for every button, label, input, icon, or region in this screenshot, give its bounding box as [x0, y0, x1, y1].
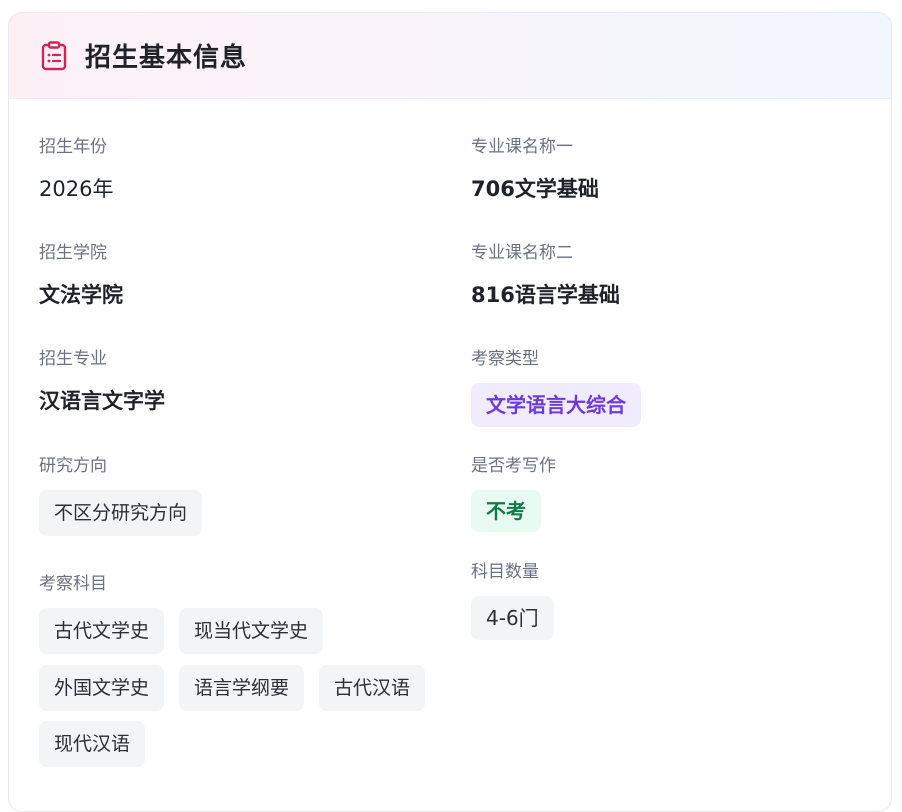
college-value: 文法学院 — [39, 283, 123, 307]
field-label: 专业课名称二 — [471, 243, 573, 263]
field-label: 研究方向 — [39, 456, 107, 476]
field-writing: 是否考写作 不考 — [471, 454, 556, 532]
major-value: 汉语言文字学 — [39, 389, 165, 413]
direction-tag: 不区分研究方向 — [39, 490, 203, 536]
writing-status-badge: 不考 — [471, 490, 541, 532]
field-direction: 研究方向 不区分研究方向 — [39, 454, 203, 536]
card-header: 招生基本信息 — [9, 13, 891, 99]
admission-info-card: 招生基本信息 招生年份 2026年 招生学院 文法学院 招生专业 汉语言文字学 … — [8, 12, 892, 812]
course2-value: 816语言学基础 — [471, 283, 620, 307]
field-subjects: 考察科目 古代文学史 现当代文学史 外国文学史 语言学纲要 古代汉语 现代汉语 — [39, 572, 449, 767]
field-major: 招生专业 汉语言文字学 — [39, 347, 165, 415]
field-exam-type: 考察类型 文学语言大综合 — [471, 347, 641, 427]
exam-type-badge: 文学语言大综合 — [471, 383, 641, 427]
subject-tag: 外国文学史 — [39, 665, 165, 711]
clipboard-list-icon — [41, 40, 67, 71]
field-label: 考察类型 — [471, 349, 539, 369]
field-year: 招生年份 2026年 — [39, 135, 113, 203]
field-label: 科目数量 — [471, 562, 539, 582]
subject-tag: 古代文学史 — [39, 608, 165, 654]
field-label: 考察科目 — [39, 574, 107, 594]
card-title: 招生基本信息 — [85, 43, 248, 73]
field-label: 招生学院 — [39, 243, 107, 263]
subject-tag: 现代汉语 — [39, 721, 146, 767]
field-label: 招生年份 — [39, 137, 107, 157]
field-course2: 专业课名称二 816语言学基础 — [471, 241, 620, 309]
course1-value: 706文学基础 — [471, 177, 599, 201]
field-subject-count: 科目数量 4-6门 — [471, 560, 554, 640]
year-value: 2026年 — [39, 177, 114, 201]
field-label: 专业课名称一 — [471, 137, 573, 157]
subject-tag: 现当代文学史 — [179, 608, 324, 654]
field-college: 招生学院 文法学院 — [39, 241, 123, 309]
field-course1: 专业课名称一 706文学基础 — [471, 135, 599, 203]
field-label: 是否考写作 — [471, 456, 556, 476]
subject-tag: 语言学纲要 — [179, 665, 305, 711]
field-label: 招生专业 — [39, 349, 107, 369]
subject-tag: 古代汉语 — [319, 665, 426, 711]
subject-count-badge: 4-6门 — [471, 596, 554, 640]
